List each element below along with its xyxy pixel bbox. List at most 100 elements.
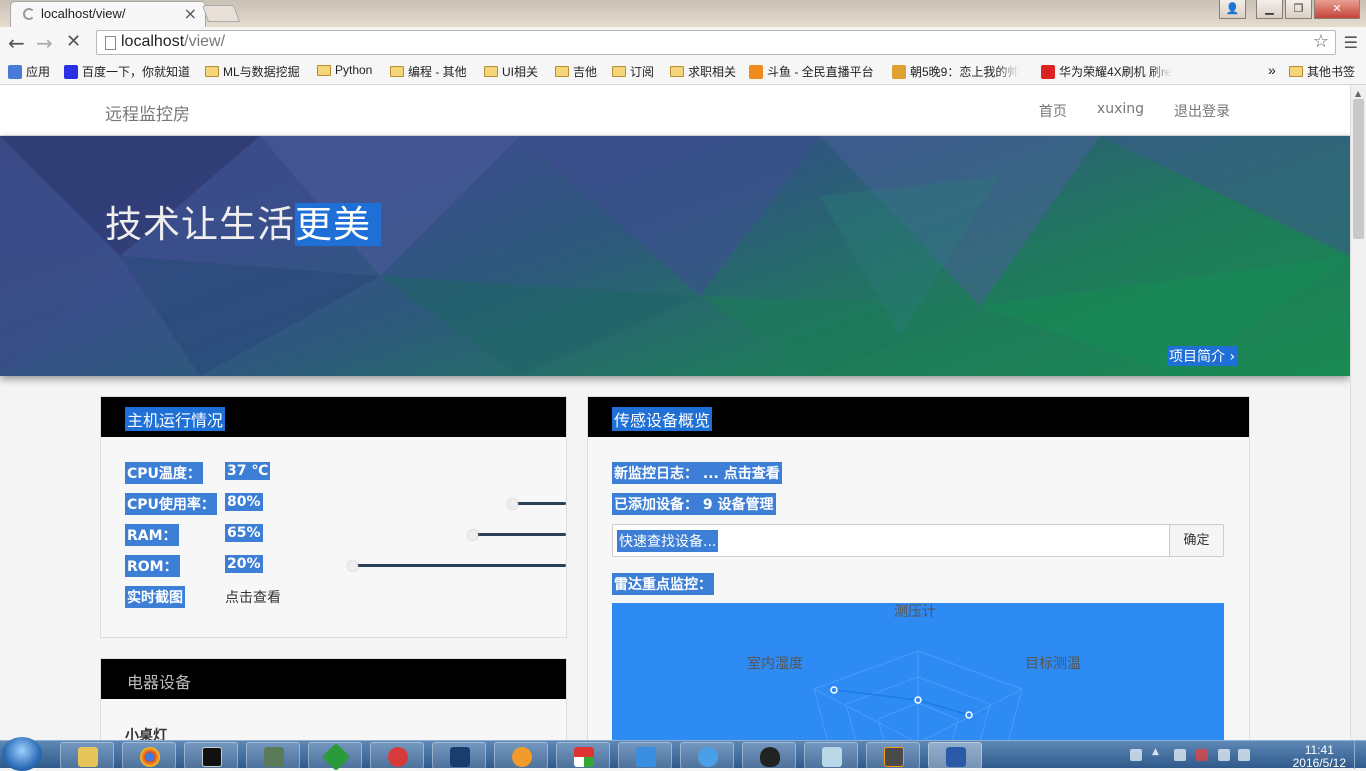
radar-point[interactable] xyxy=(965,711,973,719)
bird-icon xyxy=(636,747,656,767)
bookmark-item[interactable]: ML与数据挖掘 xyxy=(205,63,300,80)
hero-title: 技术让生活更美 xyxy=(105,194,381,248)
close-tab-icon[interactable]: × xyxy=(184,4,197,23)
radar-axis-label: 测压计 xyxy=(894,604,936,620)
monitor-taskbar-button[interactable] xyxy=(246,742,300,769)
back-icon[interactable]: ← xyxy=(8,31,25,55)
stop-loading-icon[interactable]: ✕ xyxy=(66,31,81,52)
bookmark-item[interactable]: 吉他 xyxy=(555,63,597,80)
bookmark-item[interactable]: 百度一下，你就知道 xyxy=(64,63,190,80)
app-tray-icon[interactable] xyxy=(1196,749,1208,761)
bookmark-star-icon[interactable]: ☆ xyxy=(1313,31,1329,52)
slider-knob[interactable] xyxy=(507,499,518,509)
scroll-thumb[interactable] xyxy=(1353,99,1364,239)
minimize-button[interactable]: ▁ xyxy=(1256,0,1283,19)
feiq-taskbar-button[interactable] xyxy=(618,742,672,769)
volume-icon[interactable] xyxy=(1218,749,1230,761)
security-icon[interactable] xyxy=(1174,749,1186,761)
chrome-taskbar-button[interactable] xyxy=(122,742,176,769)
bookmark-item[interactable]: 朝5晚9：恋上我的帅 xyxy=(892,63,1019,80)
cpu-temp-label: CPU温度： xyxy=(125,462,203,484)
nav-home[interactable]: 首页 xyxy=(1039,101,1067,121)
page-scrollbar[interactable]: ▲ xyxy=(1350,85,1366,740)
screenshot-link[interactable]: 点击查看 xyxy=(225,587,281,607)
tray-expand-icon[interactable]: ▲ xyxy=(1152,747,1164,759)
music-taskbar-button[interactable] xyxy=(370,742,424,769)
metric-slider[interactable] xyxy=(300,561,566,571)
loading-spinner-icon xyxy=(23,8,35,20)
site-brand[interactable]: 远程监控房 xyxy=(105,100,190,125)
word-icon xyxy=(946,747,966,767)
scroll-up-icon[interactable]: ▲ xyxy=(1355,89,1361,98)
slider-knob[interactable] xyxy=(467,530,478,540)
browser-tab[interactable]: localhost/view/ × xyxy=(10,1,206,27)
menu-icon[interactable]: ☰ xyxy=(1344,33,1358,52)
radar-title: 雷达重点监控： xyxy=(612,573,714,595)
address-bar[interactable]: localhost/view/ ☆ xyxy=(96,30,1336,55)
system-clock[interactable]: 11:41 2016/5/12 xyxy=(1293,744,1346,770)
page-icon xyxy=(105,36,116,50)
sublime-taskbar-button[interactable] xyxy=(866,742,920,769)
start-button[interactable] xyxy=(2,737,42,771)
cmd-taskbar-button[interactable] xyxy=(184,742,238,769)
nav-user[interactable]: xuxing xyxy=(1097,101,1144,121)
maximize-button[interactable]: ❐ xyxy=(1285,0,1312,19)
bookmark-item[interactable]: 应用 xyxy=(8,63,50,80)
project-intro-link[interactable]: 项目简介 › xyxy=(1167,346,1238,366)
bookmark-item[interactable]: 编程 - 其他 xyxy=(390,63,467,80)
explorer-taskbar-button[interactable] xyxy=(60,742,114,769)
chevron-right-icon: › xyxy=(1229,349,1236,365)
metric-slider[interactable] xyxy=(300,530,566,540)
bookmark-item[interactable]: 求职相关 xyxy=(670,63,736,80)
nav-logout[interactable]: 退出登录 xyxy=(1174,101,1230,121)
other-bookmarks[interactable]: 其他书签 xyxy=(1289,63,1355,80)
notes-taskbar-button[interactable] xyxy=(804,742,858,769)
bookmarks-overflow-icon[interactable]: » xyxy=(1268,62,1276,78)
photoshop-taskbar-button[interactable] xyxy=(432,742,486,769)
slider-fill xyxy=(300,533,473,536)
bookmark-item[interactable]: UI相关 xyxy=(484,63,538,80)
panel-header: 电器设备 xyxy=(101,659,566,699)
folder-icon xyxy=(390,66,404,77)
bookmark-item[interactable]: 华为荣耀4X刷机 刷re xyxy=(1041,63,1172,80)
baidu-paw-icon xyxy=(64,64,78,79)
keyboard-icon[interactable] xyxy=(1130,749,1142,761)
hero-title-part1: 技术让生活 xyxy=(105,203,295,246)
radar-axis-label: 目标测温 xyxy=(1025,656,1081,672)
devices-line[interactable]: 已添加设备： 9 设备管理 xyxy=(612,493,776,515)
bookmark-item[interactable]: 订阅 xyxy=(612,63,654,80)
browser-toolbar: ← → ✕ localhost/view/ ☆ ☰ xyxy=(0,27,1366,59)
screenshot-label: 实时截图 xyxy=(125,586,185,608)
device-search-input[interactable]: 快速查找设备... xyxy=(617,530,719,552)
search-confirm-button[interactable]: 确定 xyxy=(1169,525,1223,556)
network-icon[interactable] xyxy=(1238,749,1250,761)
profile-icon[interactable]: 👤 xyxy=(1219,0,1246,19)
app-taskbar-button[interactable] xyxy=(308,742,362,771)
url-text[interactable]: localhost/view/ xyxy=(121,33,225,51)
show-desktop-button[interactable] xyxy=(1354,741,1366,769)
monitor-log-line[interactable]: 新监控日志： ... 点击查看 xyxy=(612,462,782,484)
other-bookmarks-label: 其他书签 xyxy=(1307,65,1356,79)
cloud-taskbar-button[interactable] xyxy=(680,742,734,769)
wifi-icon xyxy=(512,747,532,767)
bookmark-item[interactable]: 斗鱼 - 全民直播平台 xyxy=(749,63,874,80)
qq-taskbar-button[interactable] xyxy=(742,742,796,769)
tab-title: localhost/view/ xyxy=(41,6,126,21)
umbrella-taskbar-button[interactable] xyxy=(556,742,610,769)
clock-date: 2016/5/12 xyxy=(1292,756,1346,770)
radar-point[interactable] xyxy=(914,696,922,704)
slider-knob[interactable] xyxy=(348,561,359,571)
wifi-taskbar-button[interactable] xyxy=(494,742,548,769)
windows-taskbar: ▲ 11:41 2016/5/12 xyxy=(0,737,1366,771)
metric-slider[interactable] xyxy=(300,499,566,509)
close-window-button[interactable]: ✕ xyxy=(1314,0,1360,19)
browser-chrome: localhost/view/ × 👤 ▁ ❐ ✕ ← → ✕ localhos… xyxy=(0,0,1366,85)
forward-icon[interactable]: → xyxy=(36,31,53,55)
new-tab-button[interactable] xyxy=(201,5,241,22)
bookmark-item[interactable]: Python xyxy=(317,63,372,77)
bookmark-label: 订阅 xyxy=(630,65,655,79)
hero-title-part2: 更美 xyxy=(295,203,381,246)
word-taskbar-button[interactable] xyxy=(928,742,982,769)
douyu-icon xyxy=(749,64,763,79)
radar-point[interactable] xyxy=(830,686,838,694)
